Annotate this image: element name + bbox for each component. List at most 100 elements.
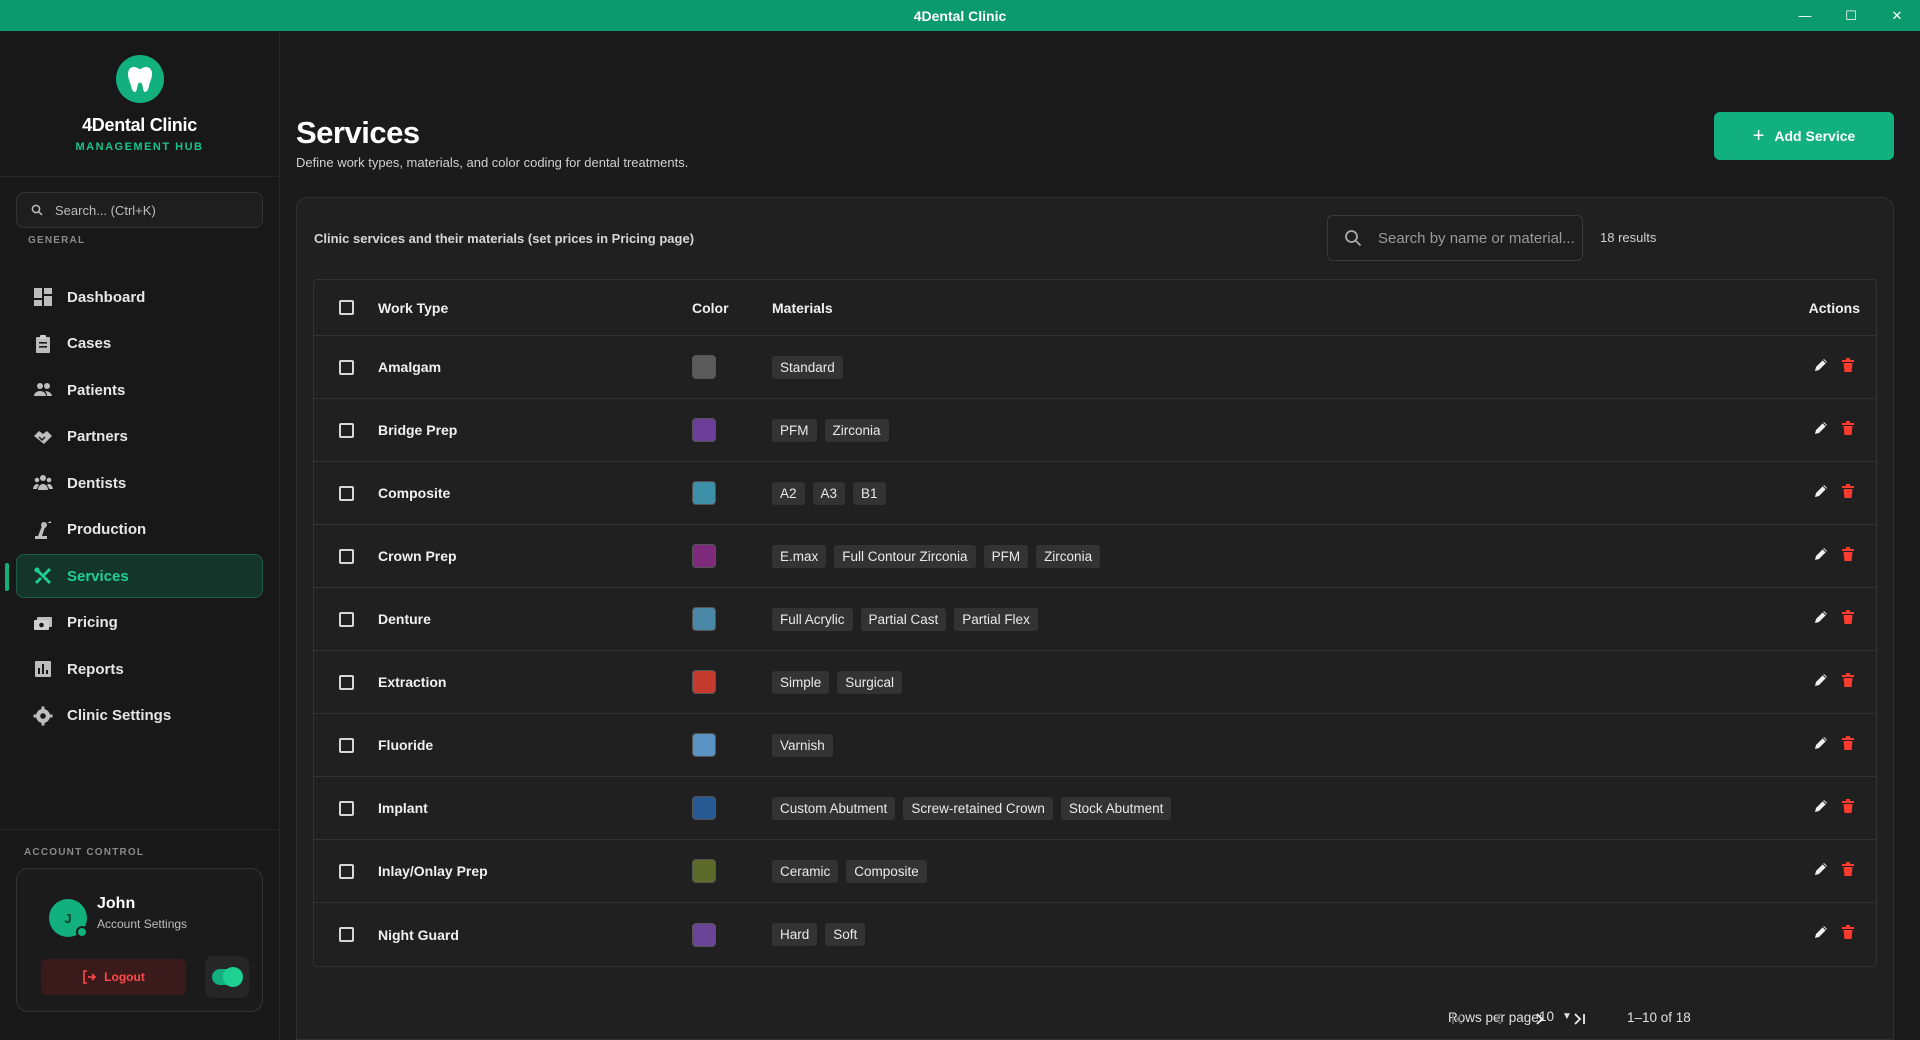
materials-cell: E.max Full Contour Zirconia PFM Zirconia <box>772 544 1766 568</box>
row-checkbox[interactable] <box>338 359 354 375</box>
pencil-icon <box>1815 862 1827 875</box>
color-swatch <box>692 418 716 442</box>
clipboard-icon <box>36 334 50 353</box>
work-type-cell: Fluoride <box>378 737 434 753</box>
row-checkbox[interactable] <box>338 485 354 501</box>
materials-cell: Hard Soft <box>772 923 1766 946</box>
trash-icon <box>1842 798 1854 813</box>
sidebar-item-reports[interactable]: Reports <box>16 647 263 691</box>
table-row[interactable]: Implant Custom Abutment Screw-retained Cr… <box>314 777 1876 840</box>
search-icon <box>1345 230 1362 247</box>
results-count: 18 results <box>1600 230 1657 245</box>
money-icon <box>34 616 52 630</box>
material-chip: Varnish <box>772 733 833 757</box>
table-row[interactable]: Fluoride Varnish <box>314 714 1876 777</box>
edit-button[interactable] <box>1814 484 1828 503</box>
sidebar-item-clinic-settings[interactable]: Clinic Settings <box>16 694 263 738</box>
close-icon[interactable]: ✕ <box>1874 0 1920 31</box>
table-row[interactable]: Bridge Prep PFM Zirconia <box>314 399 1876 462</box>
work-type-cell: Extraction <box>378 674 447 690</box>
delete-button[interactable] <box>1842 483 1854 503</box>
table-row[interactable]: Night Guard Hard Soft <box>314 903 1876 966</box>
row-checkbox[interactable] <box>338 422 354 438</box>
delete-button[interactable] <box>1842 420 1854 440</box>
header-work-type[interactable]: Work Type <box>378 300 692 316</box>
color-swatch <box>692 481 716 505</box>
delete-button[interactable] <box>1842 925 1854 944</box>
edit-button[interactable] <box>1814 925 1828 944</box>
sidebar-item-production[interactable]: Production <box>16 508 263 552</box>
prev-page-button[interactable] <box>1484 1004 1514 1034</box>
theme-toggle-container <box>205 956 249 998</box>
last-page-button[interactable] <box>1564 1004 1594 1034</box>
title-bar: 4Dental Clinic — ☐ ✕ <box>0 0 1920 31</box>
table-body: Amalgam Standard Bridge Prep PFM Zirconia… <box>314 336 1876 966</box>
sidebar-search[interactable]: Search... (Ctrl+K) <box>16 192 263 228</box>
minimize-icon[interactable]: — <box>1782 0 1828 31</box>
table-row[interactable]: Extraction Simple Surgical <box>314 651 1876 714</box>
account-settings-link[interactable]: Account Settings <box>97 917 187 931</box>
color-swatch <box>692 922 716 947</box>
theme-toggle[interactable] <box>212 967 243 987</box>
row-checkbox[interactable] <box>338 611 354 627</box>
delete-button[interactable] <box>1842 546 1854 566</box>
delete-button[interactable] <box>1842 609 1854 629</box>
account-name: John <box>97 895 136 912</box>
delete-button[interactable] <box>1842 735 1854 755</box>
row-checkbox[interactable] <box>338 737 354 753</box>
tooth-logo-icon <box>115 55 164 103</box>
delete-button[interactable] <box>1842 357 1854 377</box>
row-checkbox[interactable] <box>338 800 354 816</box>
select-all-checkbox[interactable] <box>338 300 354 315</box>
row-checkbox[interactable] <box>338 927 354 942</box>
edit-button[interactable] <box>1814 358 1828 377</box>
material-chip: Screw-retained Crown <box>903 796 1053 820</box>
sidebar-item-dashboard[interactable]: Dashboard <box>16 275 263 319</box>
color-swatch <box>692 859 716 883</box>
edit-button[interactable] <box>1814 736 1828 755</box>
edit-button[interactable] <box>1814 547 1828 566</box>
sidebar-item-services[interactable]: Services <box>5 554 263 598</box>
first-page-button[interactable] <box>1443 1004 1473 1034</box>
next-page-button[interactable] <box>1524 1004 1554 1034</box>
row-checkbox[interactable] <box>338 548 354 564</box>
table-search-input[interactable]: Search by name or material... <box>1327 215 1583 261</box>
table-row[interactable]: Composite A2 A3 B1 <box>314 462 1876 525</box>
work-type-cell: Composite <box>378 485 451 501</box>
people-icon <box>34 383 52 396</box>
table-row[interactable]: Inlay/Onlay Prep Ceramic Composite <box>314 840 1876 903</box>
add-service-button[interactable]: + Add Service <box>1714 112 1894 160</box>
sidebar-item-pricing[interactable]: Pricing <box>16 601 263 645</box>
sidebar-item-partners[interactable]: Partners <box>16 415 263 459</box>
page-subtitle: Define work types, materials, and color … <box>296 155 689 170</box>
logout-label: Logout <box>104 970 145 984</box>
delete-button[interactable] <box>1842 672 1854 692</box>
row-checkbox[interactable] <box>338 674 354 690</box>
table-row[interactable]: Amalgam Standard <box>314 336 1876 399</box>
edit-button[interactable] <box>1814 862 1828 881</box>
sidebar-item-patients[interactable]: Patients <box>16 368 263 412</box>
sidebar-item-label: Reports <box>67 660 124 678</box>
edit-button[interactable] <box>1814 673 1828 692</box>
work-type-cell: Crown Prep <box>378 548 457 564</box>
sidebar-item-label: Patients <box>67 381 126 399</box>
table-row[interactable]: Crown Prep E.max Full Contour Zirconia PFM… <box>314 525 1876 588</box>
sidebar-item-cases[interactable]: Cases <box>16 322 263 366</box>
sidebar-item-dentists[interactable]: Dentists <box>16 461 263 505</box>
trash-icon <box>1842 609 1854 624</box>
online-status-dot <box>76 926 88 938</box>
delete-button[interactable] <box>1842 861 1854 881</box>
logout-button[interactable]: Logout <box>41 959 186 995</box>
pencil-icon <box>1815 799 1827 812</box>
sidebar-search-placeholder: Search... (Ctrl+K) <box>55 202 156 218</box>
maximize-icon[interactable]: ☐ <box>1828 0 1874 31</box>
materials-cell: PFM Zirconia <box>772 418 1766 442</box>
row-checkbox[interactable] <box>338 863 354 879</box>
header-color: Color <box>692 299 729 316</box>
header-materials: Materials <box>772 299 833 316</box>
table-row[interactable]: Denture Full Acrylic Partial Cast Partial … <box>314 588 1876 651</box>
edit-button[interactable] <box>1814 799 1828 818</box>
delete-button[interactable] <box>1842 798 1854 818</box>
edit-button[interactable] <box>1814 421 1828 440</box>
edit-button[interactable] <box>1814 610 1828 629</box>
